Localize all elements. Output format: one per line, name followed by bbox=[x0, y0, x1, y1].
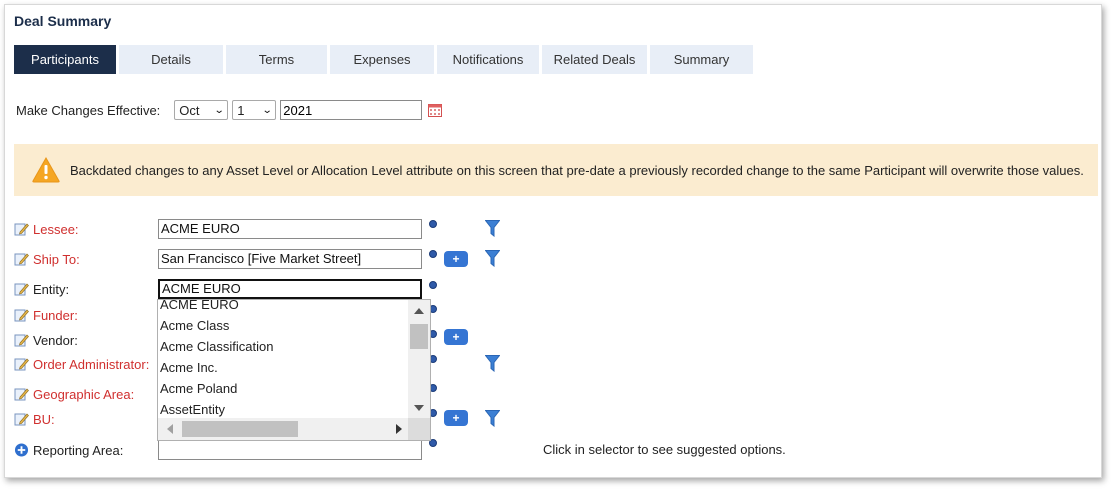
entity-input[interactable]: ACME EURO bbox=[158, 279, 422, 299]
vertical-scrollbar[interactable] bbox=[408, 300, 430, 420]
horizontal-scroll-thumb[interactable] bbox=[182, 421, 298, 437]
tab-related-deals[interactable]: Related Deals bbox=[542, 45, 647, 74]
tab-terms[interactable]: Terms bbox=[226, 45, 327, 74]
tab-expenses[interactable]: Expenses bbox=[330, 45, 434, 74]
suggestion-item[interactable]: Acme Classification bbox=[158, 336, 406, 357]
scroll-left-icon[interactable] bbox=[167, 424, 173, 434]
suggestion-item[interactable]: AssetEntity bbox=[158, 399, 406, 420]
entity-suggestions-dropdown[interactable]: ACME EURO Acme Class Acme Classification… bbox=[157, 299, 431, 441]
vertical-scroll-thumb[interactable] bbox=[410, 324, 428, 349]
tab-details[interactable]: Details bbox=[119, 45, 223, 74]
tab-bar: Participants Details Terms Expenses Noti… bbox=[14, 45, 756, 74]
bu-add-button[interactable]: + bbox=[444, 410, 468, 426]
ship-to-input[interactable]: San Francisco [Five Market Street] bbox=[158, 249, 422, 269]
geographic-area-label: Geographic Area: bbox=[14, 387, 134, 402]
warning-icon bbox=[32, 157, 60, 183]
lessee-radio-icon[interactable] bbox=[429, 220, 437, 228]
selector-hint-text: Click in selector to see suggested optio… bbox=[543, 442, 786, 457]
month-value: Oct bbox=[179, 102, 200, 118]
ship-to-radio-icon[interactable] bbox=[429, 250, 437, 258]
tab-participants[interactable]: Participants bbox=[14, 45, 116, 74]
scroll-down-icon[interactable] bbox=[414, 405, 424, 411]
ship-to-filter-icon[interactable] bbox=[485, 250, 500, 267]
bu-label: BU: bbox=[14, 412, 55, 427]
warning-text: Backdated changes to any Asset Level or … bbox=[70, 162, 1084, 178]
year-input[interactable] bbox=[280, 100, 423, 120]
day-value: 1 bbox=[237, 102, 245, 118]
lessee-filter-icon[interactable] bbox=[485, 220, 500, 237]
lessee-label: Lessee: bbox=[14, 222, 79, 237]
entity-radio-icon[interactable] bbox=[429, 281, 437, 289]
chevron-down-icon: ⌄ bbox=[213, 104, 225, 116]
backdate-warning-banner: Backdated changes to any Asset Level or … bbox=[14, 144, 1098, 196]
day-select[interactable]: 1 ⌄ bbox=[232, 100, 277, 120]
scroll-up-icon[interactable] bbox=[414, 308, 424, 314]
tab-summary[interactable]: Summary bbox=[650, 45, 753, 74]
plus-circle-icon[interactable] bbox=[14, 443, 29, 457]
effective-date-label: Make Changes Effective: bbox=[16, 102, 161, 118]
order-administrator-label: Order Administrator: bbox=[14, 357, 149, 372]
entity-label: Entity: bbox=[14, 282, 69, 297]
month-select[interactable]: Oct ⌄ bbox=[174, 100, 229, 120]
edit-icon[interactable] bbox=[14, 222, 29, 236]
edit-icon[interactable] bbox=[14, 387, 29, 401]
reporting-area-input[interactable] bbox=[158, 440, 422, 460]
reporting-area-label: Reporting Area: bbox=[14, 443, 123, 458]
suggestion-item[interactable]: Acme Poland bbox=[158, 378, 406, 399]
edit-icon[interactable] bbox=[14, 308, 29, 322]
edit-icon[interactable] bbox=[14, 282, 29, 296]
suggestion-item[interactable]: ACME EURO bbox=[158, 300, 406, 315]
scrollbar-corner bbox=[408, 418, 430, 440]
vendor-add-button[interactable]: + bbox=[444, 329, 468, 345]
funder-label: Funder: bbox=[14, 308, 78, 323]
suggestion-item[interactable]: Acme Inc. bbox=[158, 357, 406, 378]
edit-icon[interactable] bbox=[14, 412, 29, 426]
vendor-label: Vendor: bbox=[14, 333, 78, 348]
edit-icon[interactable] bbox=[14, 357, 29, 371]
suggestion-item[interactable]: Acme Class bbox=[158, 315, 406, 336]
tab-notifications[interactable]: Notifications bbox=[437, 45, 539, 74]
lessee-input[interactable]: ACME EURO bbox=[158, 219, 422, 239]
effective-date-row: Make Changes Effective: Oct ⌄ 1 ⌄ bbox=[16, 100, 443, 120]
bu-filter-icon[interactable] bbox=[485, 410, 500, 427]
chevron-down-icon: ⌄ bbox=[261, 104, 273, 116]
scroll-right-icon[interactable] bbox=[396, 424, 402, 434]
edit-icon[interactable] bbox=[14, 333, 29, 347]
ship-to-label: Ship To: bbox=[14, 252, 80, 267]
horizontal-scrollbar[interactable] bbox=[158, 418, 410, 440]
suggestions-list: ACME EURO Acme Class Acme Classification… bbox=[158, 300, 406, 420]
calendar-icon[interactable] bbox=[428, 103, 443, 117]
ship-to-add-button[interactable]: + bbox=[444, 251, 468, 267]
order-administrator-filter-icon[interactable] bbox=[485, 355, 500, 372]
page-title: Deal Summary bbox=[14, 13, 112, 29]
edit-icon[interactable] bbox=[14, 252, 29, 266]
